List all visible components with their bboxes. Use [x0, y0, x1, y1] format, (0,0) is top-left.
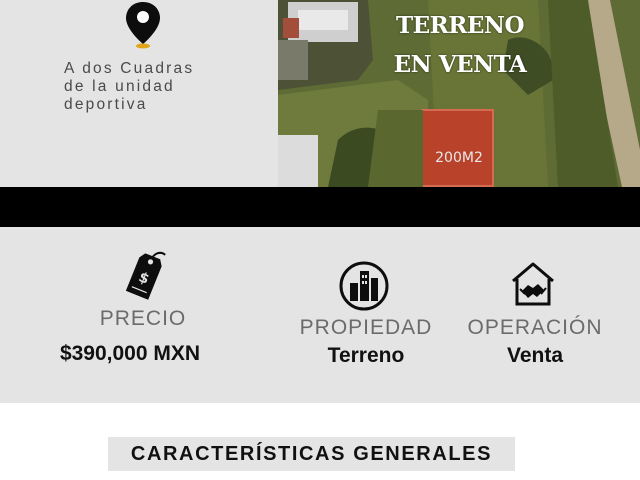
handshake-house-icon	[512, 262, 554, 306]
lot-size-label: 200M2	[435, 150, 483, 166]
listing-title-line-2: EN VENTA	[393, 51, 527, 78]
location-line-3: deportiva	[64, 96, 148, 113]
operation-value-block: Venta	[456, 344, 614, 368]
buildings-icon	[339, 261, 389, 311]
listing-title-line-1: TERRENO	[396, 12, 524, 39]
price-label: PRECIO	[99, 307, 187, 330]
info-section: $ PRECIO $390,000 MXN PROPIEDAD Terreno …	[0, 227, 640, 403]
header-section: A dos Cuadras de la unidad deportiva TER…	[0, 0, 640, 187]
location-pin-icon	[126, 2, 160, 49]
operation-label: OPERACIÓN	[467, 316, 603, 339]
price-block: PRECIO	[60, 307, 226, 331]
location-description: A dos Cuadras de la unidad deportiva	[64, 60, 224, 114]
listing-title: TERRENO EN VENTA	[380, 6, 540, 84]
price-value-block: $390,000 MXN	[15, 342, 245, 366]
operation-value: Venta	[506, 344, 564, 367]
property-block: PROPIEDAD	[288, 316, 444, 340]
operation-block: OPERACIÓN	[456, 316, 614, 340]
price-tag-icon: $	[125, 251, 166, 300]
property-value: Terreno	[327, 344, 405, 367]
location-line-1: A dos Cuadras	[64, 60, 195, 77]
property-value-block: Terreno	[288, 344, 444, 368]
price-value: $390,000 MXN	[59, 342, 201, 365]
location-line-2: de la unidad	[64, 78, 175, 95]
divider-band	[0, 187, 640, 227]
characteristics-title: CARACTERÍSTICAS GENERALES	[130, 443, 493, 465]
characteristics-banner: CARACTERÍSTICAS GENERALES	[108, 437, 515, 471]
property-label: PROPIEDAD	[299, 316, 433, 339]
